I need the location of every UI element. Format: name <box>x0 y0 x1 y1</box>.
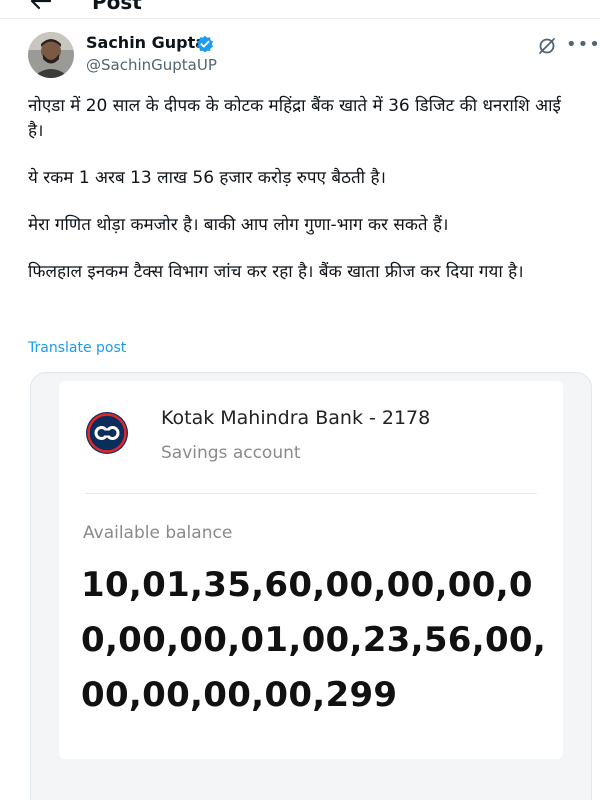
grok-icon[interactable] <box>538 37 556 55</box>
tweet-paragraph: नोएडा में 20 साल के दीपक के कोटक महिंद्र… <box>28 96 561 141</box>
post-page: Post Sachin Gupta @SachinGuptaUP ••• नोए… <box>0 0 600 800</box>
avatar[interactable] <box>28 32 74 78</box>
author-handle[interactable]: @SachinGuptaUP <box>86 56 217 74</box>
translate-post-link[interactable]: Translate post <box>28 340 126 356</box>
balance-amount: 10,01,35,60,00,00,00,00,00,00,01,00,23,5… <box>81 565 547 715</box>
more-options-icon[interactable]: ••• <box>566 34 600 55</box>
author-name[interactable]: Sachin Gupta <box>86 33 206 52</box>
top-bar: Post <box>0 0 600 16</box>
verified-badge-icon <box>197 35 213 53</box>
account-type: Savings account <box>161 443 301 463</box>
header-divider <box>0 18 600 19</box>
back-arrow-icon[interactable] <box>30 0 52 10</box>
card-divider <box>85 493 537 494</box>
page-title: Post <box>92 0 142 14</box>
balance-label: Available balance <box>83 523 233 543</box>
post-media-image[interactable]: Kotak Mahindra Bank - 2178 Savings accou… <box>30 372 592 800</box>
tweet-paragraph: फिलहाल इनकम टैक्स विभाग जांच कर रहा है। … <box>28 262 524 282</box>
bank-account-card: Kotak Mahindra Bank - 2178 Savings accou… <box>59 381 563 759</box>
kotak-logo-icon <box>86 412 128 454</box>
tweet-paragraph: मेरा गणित थोड़ा कमजोर है। बाकी आप लोग गु… <box>28 215 449 235</box>
tweet-paragraph: ये रकम 1 अरब 13 लाख 56 हजार करोड़ रुपए ब… <box>28 168 386 188</box>
tweet-text: नोएडा में 20 साल के दीपक के कोटक महिंद्र… <box>28 94 573 307</box>
bank-name: Kotak Mahindra Bank - 2178 <box>161 407 431 429</box>
